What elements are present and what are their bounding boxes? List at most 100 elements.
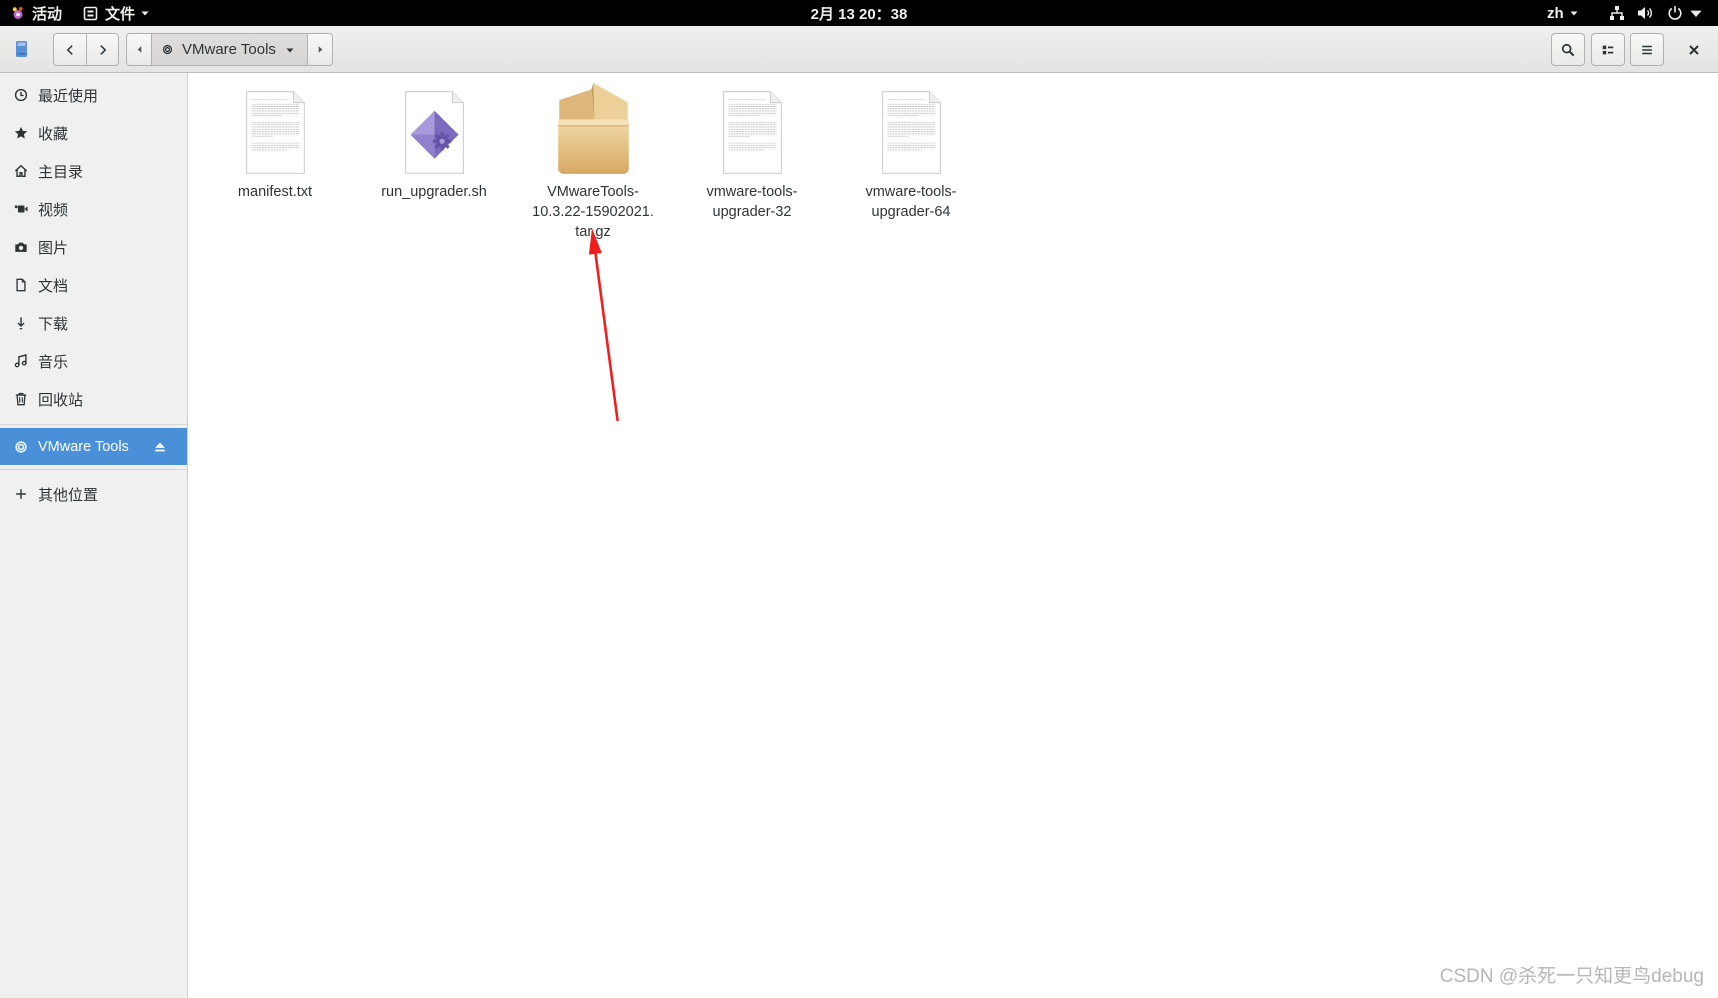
sidebar-item-label: 图片 <box>38 239 69 257</box>
file-name: manifest.txt <box>200 182 350 202</box>
activities-button[interactable]: 活动 <box>11 0 62 26</box>
chevron-left-icon <box>66 44 73 55</box>
file-item-manifest[interactable]: manifest.txt <box>200 73 350 202</box>
sidebar-item-trash[interactable]: 回收站 <box>0 380 187 418</box>
files-app-icon <box>83 6 98 20</box>
file-name-line: vmware-tools- <box>706 184 798 200</box>
video-icon <box>14 205 28 213</box>
file-item-run-upgrader[interactable]: run_upgrader.sh <box>359 73 509 202</box>
sidebar-item-recent[interactable]: 最近使用 <box>0 76 187 114</box>
sidebar-item-other-locations[interactable]: 其他位置 <box>0 475 187 513</box>
chevron-right-icon <box>99 44 106 55</box>
path-scroll-right-button[interactable] <box>307 33 333 66</box>
system-menu[interactable] <box>1667 0 1704 26</box>
home-icon <box>14 164 28 177</box>
script-file-icon <box>404 90 465 175</box>
file-name: run_upgrader.sh <box>359 182 509 202</box>
file-icon-container <box>518 83 668 175</box>
sidebar-item-pictures[interactable]: 图片 <box>0 228 187 266</box>
close-icon <box>1689 44 1699 55</box>
file-item-upgrader-64[interactable]: vmware-tools- upgrader-64 <box>836 73 986 222</box>
sidebar-item-home[interactable]: 主目录 <box>0 152 187 190</box>
chevron-down-icon <box>1690 10 1702 17</box>
network-icon <box>1610 6 1624 20</box>
file-name-line: vmware-tools- <box>865 184 957 200</box>
close-window-button[interactable] <box>1682 33 1706 66</box>
activities-label: 活动 <box>32 5 63 23</box>
file-name-line: upgrader-32 <box>712 204 792 220</box>
path-location-button[interactable]: VMware Tools <box>151 33 308 66</box>
file-item-upgrader-32[interactable]: vmware-tools- upgrader-32 <box>677 73 827 222</box>
volume-icon <box>1638 7 1652 19</box>
sidebar-item-label: 收藏 <box>38 125 69 143</box>
path-location-label: VMware Tools <box>182 41 276 58</box>
archive-icon <box>554 83 633 175</box>
sidebar-item-label: VMware Tools <box>38 438 129 455</box>
search-button[interactable] <box>1551 33 1585 66</box>
sidebar-separator <box>0 424 187 425</box>
sidebar-item-music[interactable]: 音乐 <box>0 342 187 380</box>
forward-button[interactable] <box>86 33 119 66</box>
sidebar-separator <box>0 469 187 470</box>
search-icon <box>1561 43 1575 56</box>
top-bar: 活动 文件 2月 13 20：38 zh <box>0 0 1718 26</box>
sidebar-item-vmware-tools[interactable]: VMware Tools <box>0 428 187 465</box>
chevron-down-icon <box>286 48 294 52</box>
sidebar-item-label: 主目录 <box>38 163 84 181</box>
text-file-icon <box>722 90 783 175</box>
disc-icon <box>15 440 27 453</box>
file-name-line: 10.3.22-15902021. <box>532 204 654 220</box>
file-view: manifest.txt run_upgrader.sh VMwareTools… <box>188 73 1718 998</box>
path-scroll-left-button[interactable] <box>126 33 152 66</box>
text-file-icon <box>881 90 942 175</box>
star-icon <box>14 126 28 139</box>
sidebar-item-label: 回收站 <box>38 391 84 409</box>
volume-status[interactable] <box>1637 0 1653 26</box>
sidebar-item-starred[interactable]: 收藏 <box>0 114 187 152</box>
clock[interactable]: 2月 13 20：38 <box>811 0 908 26</box>
file-icon-container <box>200 83 350 175</box>
network-status[interactable] <box>1609 0 1625 26</box>
sidebar-item-documents[interactable]: 文档 <box>0 266 187 304</box>
sidebar-item-label: 最近使用 <box>38 87 99 105</box>
header-bar: VMware Tools <box>0 26 1718 73</box>
language-label: zh <box>1547 4 1564 22</box>
file-name-line: run_upgrader.sh <box>381 184 487 200</box>
sidebar-item-label: 下载 <box>38 315 69 333</box>
eject-icon[interactable] <box>153 440 167 454</box>
watermark: CSDN @杀死一只知更鸟debug <box>1439 966 1704 987</box>
chevron-down-icon <box>141 11 149 16</box>
view-list-icon <box>1602 45 1614 54</box>
text-file-icon <box>245 90 306 175</box>
power-icon <box>1668 6 1682 20</box>
file-icon-container <box>677 83 827 175</box>
camera-icon <box>15 242 27 252</box>
file-item-vmwaretools-archive[interactable]: VMwareTools- 10.3.22-15902021. tar.gz <box>518 73 668 242</box>
main-menu-button[interactable] <box>1630 33 1664 66</box>
pan-end-icon <box>318 46 322 53</box>
disc-icon <box>162 44 173 55</box>
file-name: vmware-tools- upgrader-64 <box>836 182 986 222</box>
file-name: vmware-tools- upgrader-32 <box>677 182 827 222</box>
sidebar-item-label: 视频 <box>38 201 69 219</box>
file-name-line: tar.gz <box>575 224 611 240</box>
drive-icon <box>16 41 27 57</box>
sidebar-item-downloads[interactable]: 下载 <box>0 304 187 342</box>
file-icon-container <box>836 83 986 175</box>
file-icon-container <box>359 83 509 175</box>
back-button[interactable] <box>53 33 87 66</box>
pan-start-icon <box>137 46 141 53</box>
hamburger-menu-icon <box>1642 45 1652 54</box>
app-menu[interactable]: 文件 <box>83 0 150 26</box>
document-icon <box>16 278 26 292</box>
sidebar-item-videos[interactable]: 视频 <box>0 190 187 228</box>
file-name-line: manifest.txt <box>237 184 313 200</box>
input-language-menu[interactable]: zh <box>1547 0 1579 26</box>
sidebar: 最近使用 收藏 主目录 视频 图片 文档 下载 音乐 回收站 VMware To… <box>0 73 188 998</box>
trash-icon <box>15 392 27 406</box>
file-name-line: upgrader-64 <box>871 204 951 220</box>
view-toggle-button[interactable] <box>1591 33 1625 66</box>
sidebar-item-label: 文档 <box>38 277 69 295</box>
sidebar-item-label: 其他位置 <box>38 486 99 504</box>
file-name: VMwareTools- 10.3.22-15902021. tar.gz <box>518 182 668 242</box>
